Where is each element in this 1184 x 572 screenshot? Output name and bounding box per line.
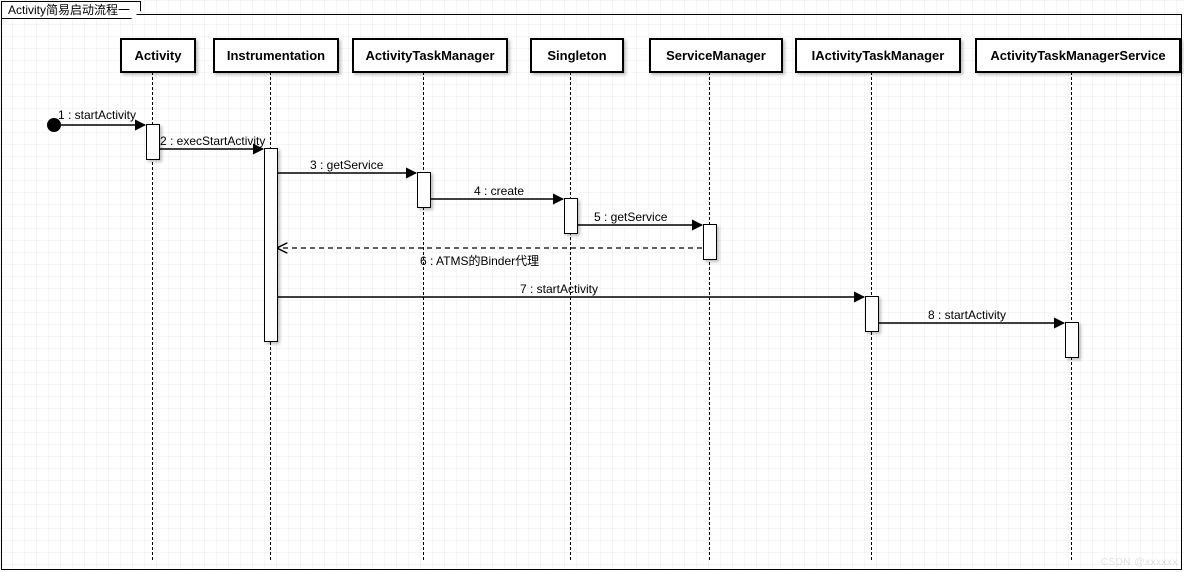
- activation-atms: [1065, 322, 1079, 358]
- participant-activitytaskmanagerservice: ActivityTaskManagerService: [975, 38, 1181, 73]
- lifeline-activitytaskmanagerservice: [1071, 72, 1072, 560]
- watermark: CSDN @xxxxxx: [1101, 557, 1178, 568]
- msg-2-label: 2 : execStartActivity: [160, 134, 265, 148]
- msg-6-label: 6 : ATMS的Binder代理: [420, 252, 539, 269]
- msg-3-label: 3 : getService: [310, 158, 383, 172]
- msg-5-label: 5 : getService: [594, 210, 667, 224]
- msg-1-label: 1 : startActivity: [58, 108, 136, 122]
- msg-4-label: 4 : create: [474, 184, 524, 198]
- lifeline-activitytaskmanager: [423, 72, 424, 560]
- diagram-title: Activity简易启动流程一: [1, 1, 141, 19]
- participant-servicemanager: ServiceManager: [649, 38, 783, 73]
- lifeline-servicemanager: [709, 72, 710, 560]
- lifeline-singleton: [570, 72, 571, 560]
- activation-iatm: [865, 296, 879, 332]
- activation-servicemanager: [703, 224, 717, 260]
- activation-instrumentation: [264, 148, 278, 342]
- participant-singleton: Singleton: [530, 38, 624, 73]
- participant-activitytaskmanager: ActivityTaskManager: [352, 38, 508, 73]
- participant-activity: Activity: [120, 38, 196, 73]
- msg-8-label: 8 : startActivity: [928, 308, 1006, 322]
- activation-activity: [146, 124, 160, 160]
- activation-singleton: [564, 198, 578, 234]
- msg-7-label: 7 : startActivity: [520, 282, 598, 296]
- participant-instrumentation: Instrumentation: [213, 38, 339, 73]
- participant-iactivitytaskmanager: IActivityTaskManager: [795, 38, 961, 73]
- activation-atm: [417, 172, 431, 208]
